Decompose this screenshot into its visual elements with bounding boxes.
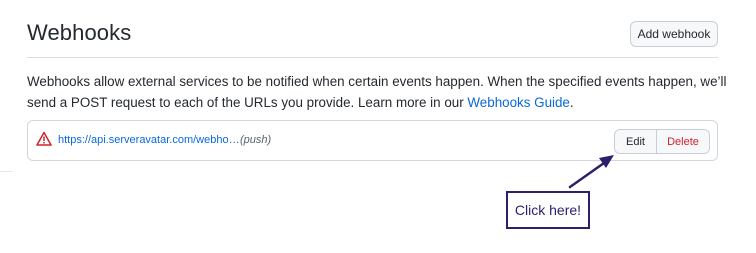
page-title: Webhooks <box>27 20 132 45</box>
webhooks-guide-link[interactable]: Webhooks Guide <box>467 95 569 110</box>
description-text: Webhooks allow external services to be n… <box>27 74 727 110</box>
delete-button[interactable]: Delete <box>657 130 709 153</box>
webhook-list-item: https://api.serveravatar.com/webho… (pus… <box>27 120 718 161</box>
webhook-url-link[interactable]: https://api.serveravatar.com/webho… <box>58 134 240 146</box>
webhook-events: (push) <box>240 134 272 146</box>
webhooks-description: Webhooks allow external services to be n… <box>27 71 727 113</box>
page-header: Webhooks Add webhook <box>27 0 718 58</box>
annotation-callout: Click here! <box>506 191 590 229</box>
add-webhook-button[interactable]: Add webhook <box>630 21 718 47</box>
webhook-actions: Edit Delete <box>614 129 710 154</box>
alert-icon <box>36 131 52 146</box>
description-suffix: . <box>569 95 574 110</box>
edit-button[interactable]: Edit <box>615 130 657 153</box>
divider <box>0 171 12 172</box>
